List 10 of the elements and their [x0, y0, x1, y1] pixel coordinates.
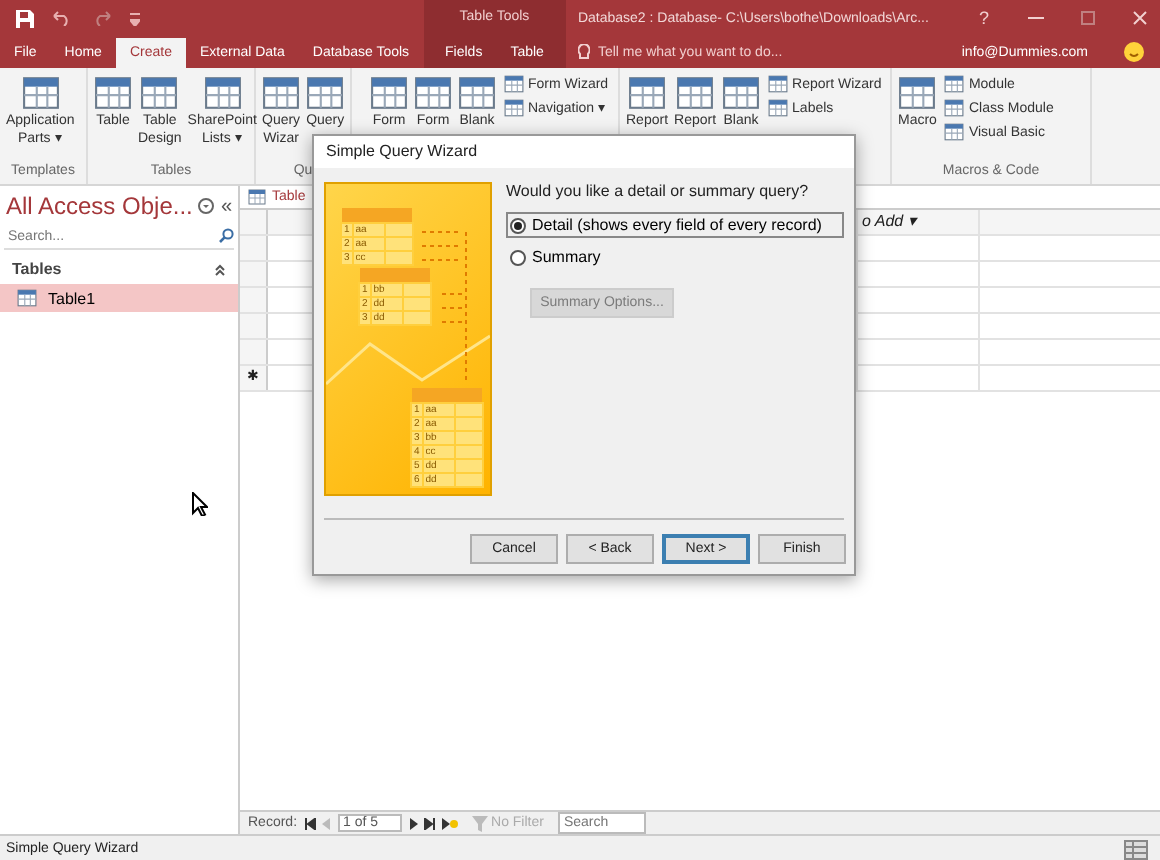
radio-option[interactable]: Detail (shows every field of every record): [506, 212, 844, 238]
radio-option[interactable]: Summary: [506, 244, 844, 270]
section-header[interactable]: Tables: [12, 260, 214, 278]
question-text: Would you like a detail or summary query?: [506, 182, 811, 200]
pane-title: All Access Obje...: [6, 192, 193, 220]
collapse-button[interactable]: «: [220, 195, 232, 217]
column-header[interactable]: o Add ▾: [858, 212, 916, 230]
help-button[interactable]: ?: [964, 8, 1004, 28]
table-item[interactable]: Table1: [0, 284, 238, 312]
dialog-title: Simple Query Wizard: [314, 136, 854, 168]
